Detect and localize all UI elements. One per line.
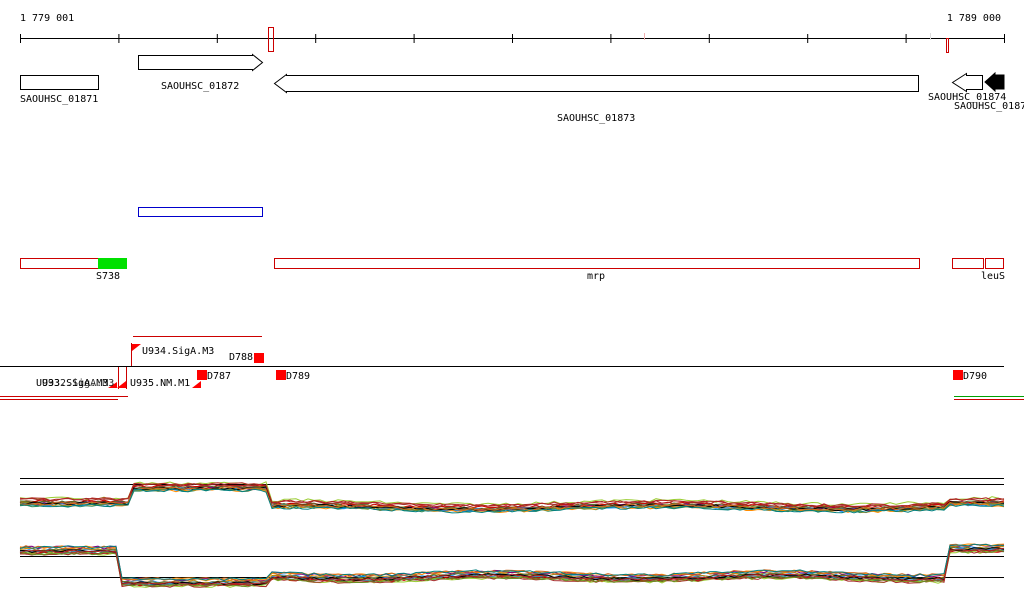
feature-box[interactable]	[952, 258, 984, 269]
terminator-label: D788	[229, 352, 253, 363]
terminator-marker[interactable]	[254, 353, 264, 363]
ruler-highlight-right	[946, 38, 949, 53]
feature-fill-green[interactable]	[98, 258, 127, 269]
gene-arrow-reverse[interactable]	[273, 73, 919, 94]
segment-box[interactable]	[138, 207, 263, 217]
ruler	[20, 27, 1005, 53]
promoter-flag[interactable]	[132, 344, 141, 351]
feature-label: leuS	[981, 271, 1005, 282]
terminator-marker[interactable]	[276, 370, 286, 380]
gene-label: SAOUHSC_01871	[20, 94, 98, 105]
terminator-label: D790	[963, 371, 987, 382]
terminator-marker[interactable]	[953, 370, 963, 380]
feature-box[interactable]	[274, 258, 920, 269]
expression-trace	[19, 482, 1005, 508]
ruler-highlight-left	[268, 27, 274, 52]
feature-box[interactable]	[985, 258, 1004, 269]
gene-label: SAOUHSC_01873	[557, 113, 635, 124]
feature-label: S738	[96, 271, 120, 282]
promoter-label: U935.NM.M1	[130, 378, 190, 389]
terminator-marker[interactable]	[197, 370, 207, 380]
terminator-label: D789	[286, 371, 310, 382]
gene-arrow-reverse[interactable]	[951, 72, 983, 93]
gene-arrow-reverse-filled[interactable]	[984, 71, 1005, 93]
terminator-label: D787	[207, 371, 231, 382]
gene-box[interactable]	[20, 75, 99, 90]
gene-label: SAOUHSC_01872	[161, 81, 239, 92]
expression-plot-top	[19, 478, 1005, 514]
genome-browser-view: SAOUHSC_01871 SAOUHSC_01872 SAOUHSC_0187…	[0, 27, 1024, 588]
regulatory-track: U934.SigA.M3 D788 D787 D789 D790 U935.NM…	[0, 336, 1024, 400]
promoter-flag[interactable]	[192, 381, 201, 388]
promoter-label: U932.SigA.M3	[42, 378, 114, 389]
expression-plot-bottom	[19, 543, 1005, 588]
feature-label: mrp	[587, 271, 605, 282]
feature-track: S738 mrp leuS	[20, 258, 1005, 282]
gene-track: SAOUHSC_01871 SAOUHSC_01872 SAOUHSC_0187…	[20, 53, 1024, 124]
gene-arrow-forward[interactable]	[138, 53, 264, 72]
promoter-label: U934.SigA.M3	[142, 346, 214, 357]
gene-label: SAOUHSC_0187	[954, 101, 1024, 112]
